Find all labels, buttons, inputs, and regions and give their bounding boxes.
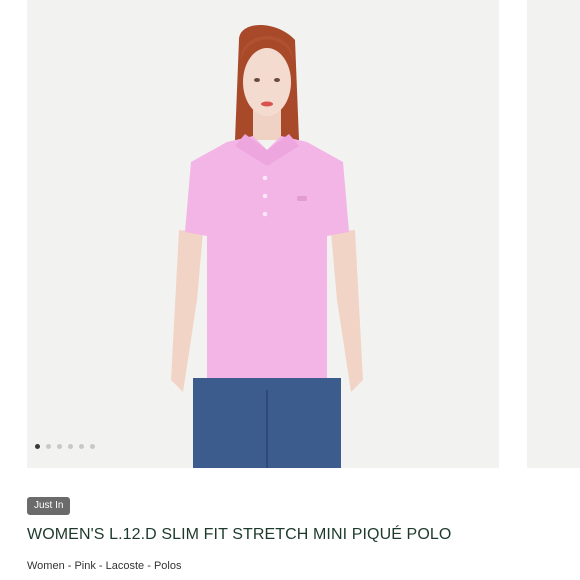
product-image-gallery[interactable] [0, 0, 580, 468]
breadcrumb[interactable]: Women - Pink - Lacoste - Polos [27, 560, 181, 572]
gallery-dot[interactable] [46, 444, 51, 449]
gallery-dot[interactable] [79, 444, 84, 449]
product-image-main[interactable] [27, 0, 499, 468]
gallery-dot[interactable] [68, 444, 73, 449]
product-photo [171, 25, 363, 468]
just-in-badge: Just In [27, 497, 71, 515]
gallery-dot[interactable] [90, 444, 95, 449]
gallery-dot[interactable] [57, 444, 62, 449]
product-title: WOMEN'S L.12.D SLIM FIT STRETCH MINI PIQ… [27, 526, 452, 543]
product-image-next[interactable] [527, 0, 580, 468]
gallery-dot[interactable] [35, 444, 40, 449]
gallery-pagination [35, 444, 95, 449]
